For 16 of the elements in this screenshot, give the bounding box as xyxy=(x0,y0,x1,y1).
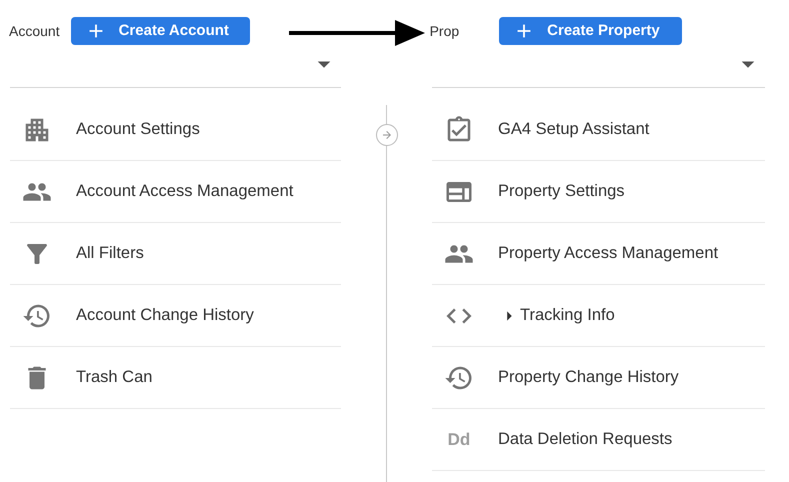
menu-item[interactable]: Property Settings xyxy=(498,179,625,204)
letters-icon: Dd xyxy=(442,426,476,452)
menu-item[interactable]: Account Access Management xyxy=(76,179,294,204)
menu-item[interactable]: All Filters xyxy=(76,241,144,266)
create-property-button[interactable]: Create Property xyxy=(499,17,682,45)
menu-item[interactable]: Account Change History xyxy=(76,303,254,328)
menu-item[interactable]: Data Deletion Requests xyxy=(498,427,672,452)
column-label: Account xyxy=(9,22,60,40)
column-label: Prop xyxy=(430,22,460,41)
menu-item[interactable]: Property Access Management xyxy=(498,241,718,266)
menu-item[interactable]: Tracking Info xyxy=(520,303,615,328)
menu-item[interactable]: Account Settings xyxy=(76,117,200,142)
menu-item[interactable]: GA4 Setup Assistant xyxy=(498,117,650,142)
create-account-button[interactable]: Create Account xyxy=(70,17,250,45)
menu-item[interactable]: Trash Can xyxy=(76,365,152,390)
menu-item[interactable]: Property Change History xyxy=(498,365,679,390)
